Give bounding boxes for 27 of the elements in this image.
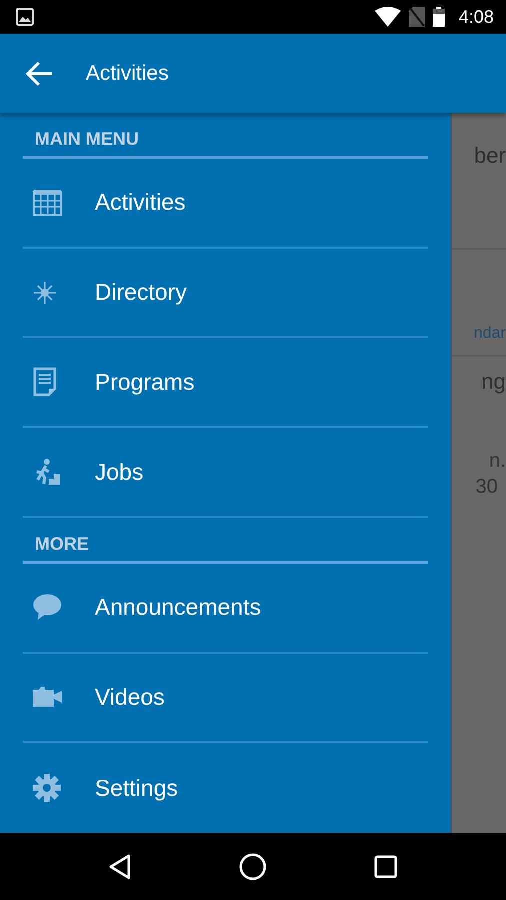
recents-icon[interactable] bbox=[374, 854, 398, 878]
document-icon bbox=[33, 367, 57, 398]
menu-item[interactable]: Announcements bbox=[23, 564, 428, 654]
menu-item[interactable]: Programs bbox=[23, 338, 428, 428]
app-bar-title: Activities bbox=[86, 62, 169, 86]
back-icon[interactable] bbox=[108, 854, 132, 880]
status-time: 4:08 bbox=[458, 6, 494, 28]
menu-item[interactable]: Activities bbox=[23, 159, 428, 249]
battery-icon bbox=[432, 7, 445, 27]
image-icon bbox=[16, 8, 34, 26]
menu-item[interactable]: Directory bbox=[23, 248, 428, 338]
section-header: MORE bbox=[23, 518, 428, 564]
wifi-icon bbox=[374, 7, 401, 27]
menu-item[interactable]: Jobs bbox=[23, 428, 428, 518]
section-header: MAIN MENU bbox=[23, 113, 428, 159]
speech-bubble-icon bbox=[33, 594, 62, 622]
menu-item[interactable]: Settings bbox=[23, 743, 428, 834]
partial-text: ber bbox=[474, 143, 506, 169]
calendar-icon bbox=[33, 189, 62, 216]
no-sim-icon bbox=[408, 7, 425, 27]
back-arrow-icon[interactable] bbox=[26, 60, 54, 86]
menu-item[interactable]: Videos bbox=[23, 654, 428, 744]
partial-text: ndar bbox=[474, 325, 506, 343]
home-icon[interactable] bbox=[238, 852, 267, 880]
partial-text: ng bbox=[482, 369, 506, 395]
video-camera-icon bbox=[33, 687, 62, 708]
sparkle-icon bbox=[33, 280, 57, 305]
